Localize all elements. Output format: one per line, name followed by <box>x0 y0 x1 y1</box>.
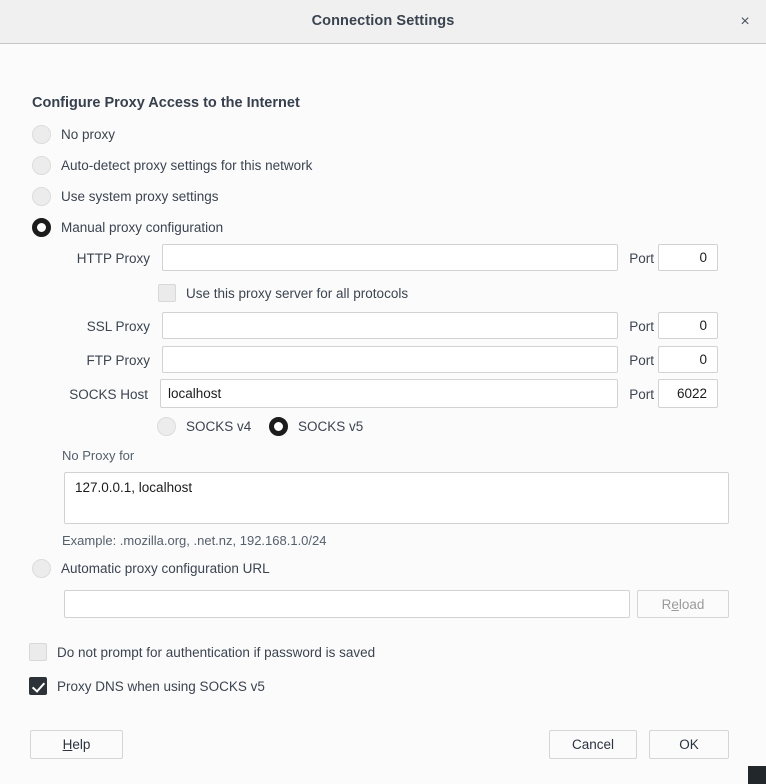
radio-auto-detect-proxy[interactable]: Auto-detect proxy settings for this netw… <box>32 156 312 175</box>
reload-mnemonic: e <box>671 596 679 612</box>
radio-auto-proxy-config-url[interactable]: Automatic proxy configuration URL <box>32 559 270 578</box>
radio-manual-proxy[interactable]: Manual proxy configuration <box>32 218 223 237</box>
close-icon[interactable]: × <box>732 10 758 34</box>
ftp-port-label: Port <box>629 353 654 368</box>
reload-label: Reload <box>661 596 705 612</box>
radio-socks-v4[interactable]: SOCKS v4 <box>157 417 251 436</box>
radio-label: SOCKS v4 <box>186 419 252 434</box>
radio-indicator <box>32 187 51 206</box>
checkbox-proxy-dns-socks-v5[interactable]: Proxy DNS when using SOCKS v5 <box>29 677 265 695</box>
dialog-title: Connection Settings <box>311 13 455 29</box>
checkbox-label: Do not prompt for authentication if pass… <box>57 644 376 660</box>
help-mnemonic: H <box>62 737 73 752</box>
socks-port-input[interactable]: 6022 <box>658 379 718 408</box>
radio-socks-v5[interactable]: SOCKS v5 <box>269 417 363 436</box>
dialog-content: Configure Proxy Access to the Internet N… <box>0 44 766 784</box>
radio-system-proxy[interactable]: Use system proxy settings <box>32 187 219 206</box>
auto-proxy-url-input[interactable] <box>64 590 630 618</box>
radio-label: Use system proxy settings <box>61 189 219 204</box>
no-proxy-for-label: No Proxy for <box>62 448 135 463</box>
radio-indicator <box>269 417 288 436</box>
ok-button[interactable]: OK <box>649 730 729 759</box>
radio-label: Manual proxy configuration <box>61 220 224 235</box>
radio-label: SOCKS v5 <box>298 419 364 434</box>
radio-indicator <box>32 218 51 237</box>
http-proxy-label: HTTP Proxy <box>76 251 150 266</box>
dialog-titlebar: Connection Settings × <box>0 0 766 44</box>
ftp-proxy-input[interactable] <box>162 346 618 373</box>
cancel-button[interactable]: Cancel <box>549 730 637 759</box>
help-label: Help <box>62 737 91 752</box>
socks-host-label: SOCKS Host <box>69 387 148 402</box>
checkbox-indicator <box>158 284 176 302</box>
ssl-proxy-label: SSL Proxy <box>86 319 150 334</box>
checkbox-label: Proxy DNS when using SOCKS v5 <box>57 678 265 694</box>
checkbox-do-not-prompt-authentication[interactable]: Do not prompt for authentication if pass… <box>29 643 375 661</box>
page-title: Configure Proxy Access to the Internet <box>32 95 300 111</box>
help-button[interactable]: Help <box>30 730 123 759</box>
radio-label: No proxy <box>61 127 116 142</box>
http-proxy-input[interactable] <box>162 244 618 271</box>
ssl-port-label: Port <box>629 319 654 334</box>
radio-no-proxy[interactable]: No proxy <box>32 125 115 144</box>
http-port-input[interactable]: 0 <box>658 244 718 271</box>
radio-indicator <box>32 156 51 175</box>
no-proxy-for-example: Example: .mozilla.org, .net.nz, 192.168.… <box>62 533 327 548</box>
radio-label: Auto-detect proxy settings for this netw… <box>61 158 313 173</box>
http-port-label: Port <box>629 251 654 266</box>
checkbox-indicator <box>29 643 47 661</box>
checkbox-use-proxy-for-all-protocols[interactable]: Use this proxy server for all protocols <box>158 284 408 302</box>
socks-port-label: Port <box>629 387 654 402</box>
radio-label: Automatic proxy configuration URL <box>61 561 270 576</box>
radio-indicator <box>32 125 51 144</box>
checkbox-indicator <box>29 677 47 695</box>
ftp-proxy-label: FTP Proxy <box>86 353 150 368</box>
socks-host-input[interactable]: localhost <box>160 379 618 408</box>
no-proxy-for-textarea[interactable]: 127.0.0.1, localhost <box>64 472 729 524</box>
reload-button[interactable]: Reload <box>637 590 729 618</box>
radio-indicator <box>32 559 51 578</box>
resize-grip[interactable] <box>748 766 766 784</box>
ssl-proxy-input[interactable] <box>162 312 618 339</box>
checkbox-label: Use this proxy server for all protocols <box>186 285 409 301</box>
radio-indicator <box>157 417 176 436</box>
ftp-port-input[interactable]: 0 <box>658 346 718 373</box>
ssl-port-input[interactable]: 0 <box>658 312 718 339</box>
